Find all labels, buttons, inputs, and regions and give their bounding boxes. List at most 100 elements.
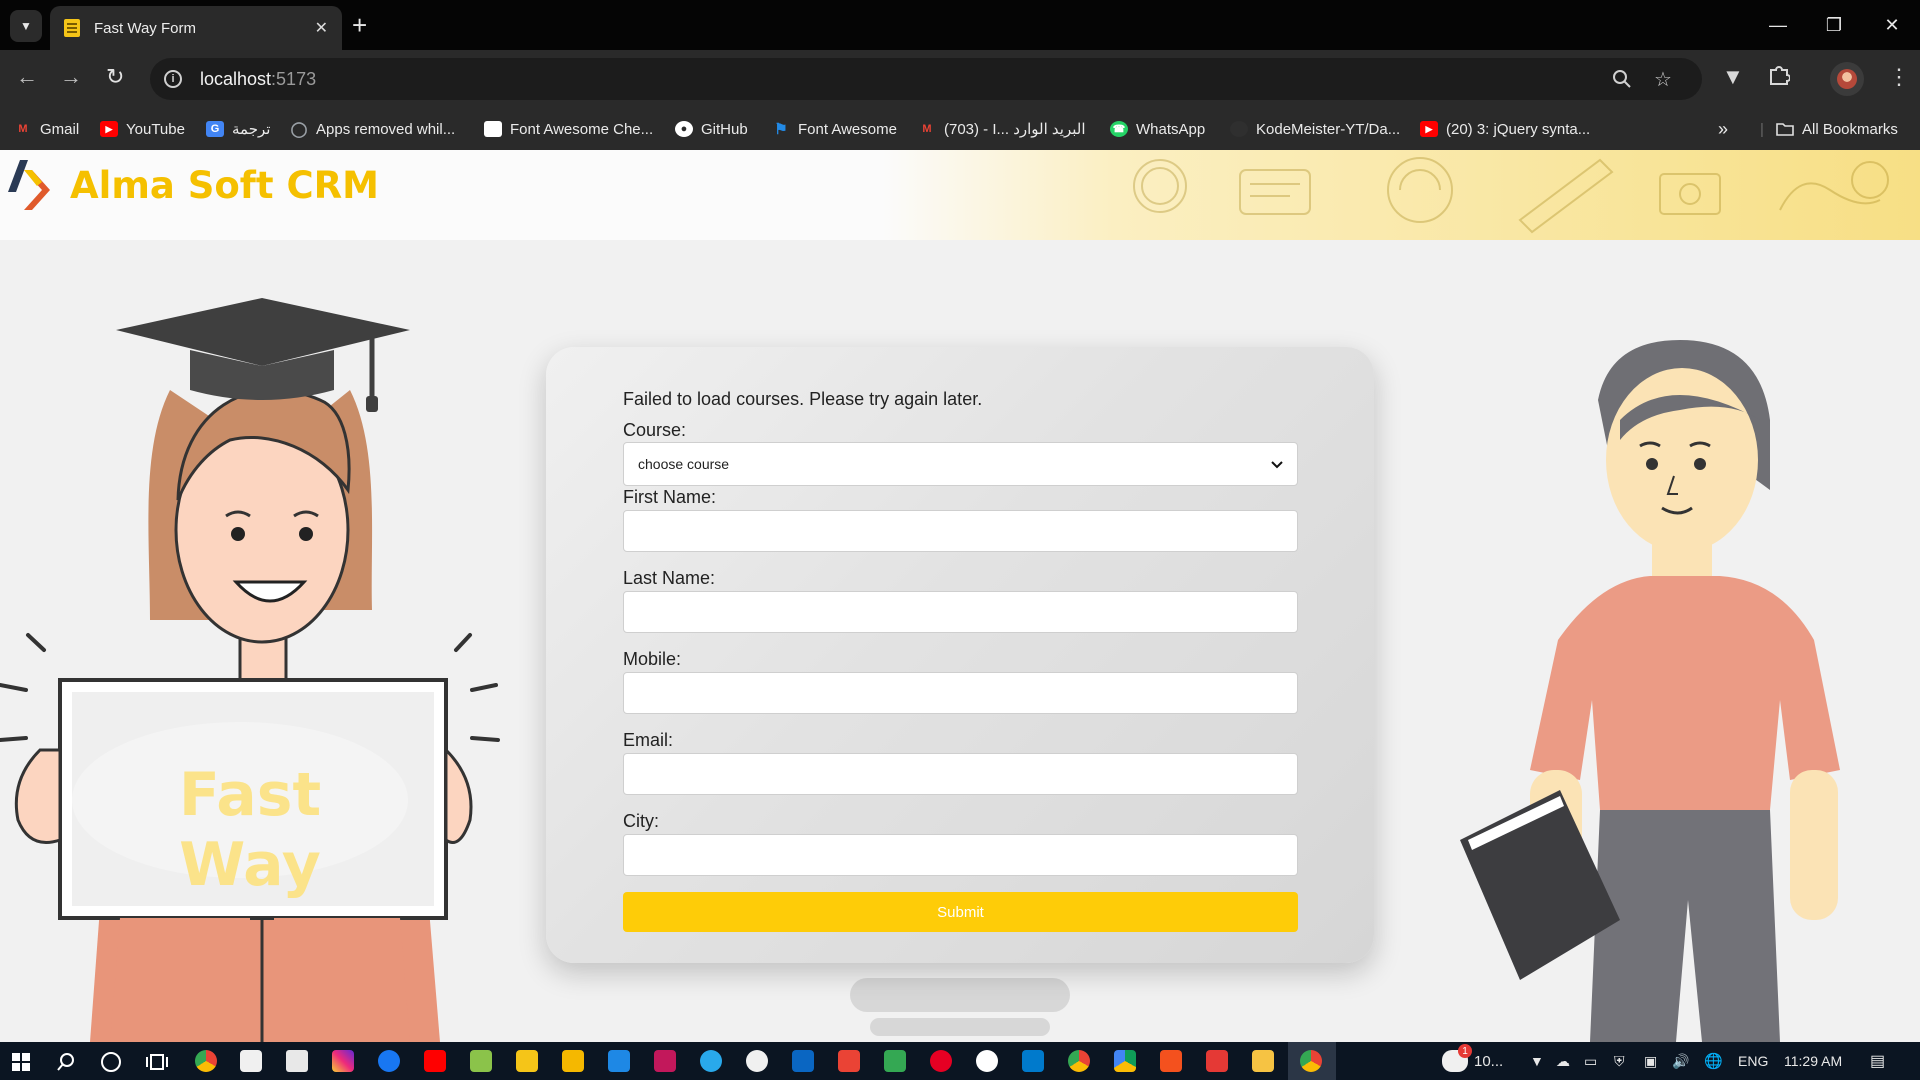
search-icon[interactable]	[56, 1052, 76, 1077]
mail-icon[interactable]	[286, 1050, 308, 1072]
browser-tab-strip: ▼ Fast Way Form ✕ + — ❐ ✕	[0, 0, 1920, 50]
chrome-active-icon[interactable]	[1300, 1050, 1322, 1072]
forward-arrow-icon[interactable]: →	[60, 66, 82, 88]
bookmark-star-icon[interactable]: ☆	[1654, 58, 1672, 100]
bookmark-item[interactable]: Font Awesome Che...	[484, 108, 653, 150]
more-bookmarks-icon[interactable]: »	[1718, 108, 1728, 150]
page-icon	[484, 121, 502, 137]
bookmark-item[interactable]: M Gmail	[14, 108, 79, 150]
mobile-input[interactable]	[623, 672, 1298, 714]
watermark-logo-icon	[850, 978, 1070, 1036]
bookmark-item[interactable]: ◯ Apps removed whil...	[290, 108, 456, 150]
chrome-icon[interactable]	[195, 1050, 217, 1072]
bookmark-item[interactable]: G ترجمة	[206, 108, 270, 150]
youtube-icon[interactable]	[424, 1050, 446, 1072]
kebab-menu-icon[interactable]: ⋮	[1888, 64, 1910, 90]
page-favicon-icon	[64, 19, 80, 37]
bookmark-item[interactable]: ⚑ Font Awesome	[772, 108, 897, 150]
browser-tab[interactable]: Fast Way Form ✕	[50, 6, 342, 50]
facebook-icon[interactable]	[378, 1050, 400, 1072]
volume-icon[interactable]: 🔊	[1672, 1042, 1689, 1080]
close-window-button[interactable]: ✕	[1864, 0, 1920, 50]
youtube-icon: ▶	[100, 121, 118, 137]
tray-vpn-icon[interactable]: ▼	[1530, 1042, 1544, 1080]
pinterest-icon[interactable]	[930, 1050, 952, 1072]
angular-icon[interactable]	[654, 1050, 676, 1072]
bookmarks-bar: M Gmail ▶ YouTube G ترجمة ◯ Apps removed…	[0, 108, 1920, 150]
bookmark-label: Font Awesome	[798, 120, 897, 138]
whatsapp-icon[interactable]	[746, 1050, 768, 1072]
windows-taskbar: 1 10... ▼ ☁ ▭ ⛨ ▣ 🔊 🌐 ENG 11:29 AM ▤	[0, 1042, 1920, 1080]
first-name-input[interactable]	[623, 510, 1298, 552]
address-bar[interactable]: i localhost :5173 ☆	[150, 58, 1702, 100]
language-globe-icon[interactable]: 🌐	[1704, 1042, 1723, 1080]
bookmark-item[interactable]: ● GitHub	[675, 108, 748, 150]
graduate-woman-illustration	[0, 298, 500, 1042]
battery-icon[interactable]: ▭	[1584, 1042, 1597, 1080]
store-icon[interactable]	[240, 1050, 262, 1072]
restore-button[interactable]: ❐	[1806, 0, 1862, 50]
app-icon[interactable]	[1160, 1050, 1182, 1072]
minimize-button[interactable]: —	[1750, 0, 1806, 50]
weather-text: 10...	[1474, 1052, 1504, 1070]
course-select[interactable]: choose course	[623, 442, 1298, 486]
reload-icon[interactable]: ↻	[106, 66, 124, 88]
meet-icon[interactable]	[884, 1050, 906, 1072]
profile-avatar[interactable]	[1830, 62, 1864, 96]
all-bookmarks-label: All Bookmarks	[1802, 120, 1898, 138]
books-icon[interactable]	[562, 1050, 584, 1072]
file-explorer-icon[interactable]	[1252, 1050, 1274, 1072]
instagram-icon[interactable]	[332, 1050, 354, 1072]
windows-start-icon[interactable]	[12, 1053, 30, 1076]
city-input[interactable]	[623, 834, 1298, 876]
brand-title: Alma Soft CRM	[70, 164, 379, 207]
bookmark-item[interactable]: ▶ YouTube	[100, 108, 185, 150]
last-name-input[interactable]	[623, 591, 1298, 633]
all-bookmarks-button[interactable]: All Bookmarks	[1776, 108, 1898, 150]
close-tab-icon[interactable]: ✕	[315, 18, 328, 38]
notes-app-icon[interactable]	[516, 1050, 538, 1072]
site-header: Alma Soft CRM	[0, 150, 1920, 240]
app-icon[interactable]	[1206, 1050, 1228, 1072]
bookmark-label: Gmail	[40, 120, 80, 138]
back-arrow-icon[interactable]: ←	[16, 66, 38, 88]
email-input[interactable]	[623, 753, 1298, 795]
meet-now-icon[interactable]: ▣	[1644, 1042, 1657, 1080]
extensions-puzzle-icon[interactable]	[1768, 64, 1791, 92]
google-drive-icon[interactable]	[1114, 1050, 1136, 1072]
vpn-extension-icon[interactable]: ▼	[1722, 64, 1744, 90]
action-center-icon[interactable]: ▤	[1870, 1042, 1885, 1080]
weather-widget[interactable]: 1 10...	[1442, 1042, 1503, 1080]
bookmark-item[interactable]: ☎ WhatsApp	[1110, 108, 1205, 150]
download-manager-icon[interactable]	[470, 1050, 492, 1072]
bookmark-label: GitHub	[701, 120, 748, 138]
task-view-icon[interactable]	[146, 1052, 168, 1077]
github-icon[interactable]	[976, 1050, 998, 1072]
chevron-down-icon	[1271, 456, 1283, 472]
language-indicator[interactable]: ENG	[1738, 1042, 1768, 1080]
city-label: City:	[623, 811, 659, 831]
telegram-icon[interactable]	[700, 1050, 722, 1072]
bookmark-label: YouTube	[126, 120, 185, 138]
bookmark-item[interactable]: KodeMeister-YT/Da...	[1230, 108, 1400, 150]
url-host: localhost	[200, 68, 272, 89]
onedrive-icon[interactable]: ☁	[1556, 1042, 1570, 1080]
chrome-profile-icon[interactable]	[1068, 1050, 1090, 1072]
cortana-icon[interactable]	[101, 1052, 121, 1072]
course-selected-value: choose course	[638, 456, 730, 472]
whatsapp-icon: ☎	[1110, 121, 1128, 137]
zoom-icon[interactable]	[1612, 58, 1632, 100]
bookmark-item[interactable]: ▶ (20) 3: jQuery synta...	[1420, 108, 1590, 150]
submit-button[interactable]: Submit	[623, 892, 1298, 932]
linkedin-icon[interactable]	[792, 1050, 814, 1072]
clock[interactable]: 11:29 AM	[1784, 1042, 1842, 1080]
gmail-icon: M	[922, 123, 932, 135]
gmail-icon[interactable]	[838, 1050, 860, 1072]
site-info-icon[interactable]: i	[164, 70, 182, 88]
vscode-icon[interactable]	[1022, 1050, 1044, 1072]
tab-search-button[interactable]: ▼	[10, 10, 42, 42]
security-shield-icon[interactable]: ⛨	[1614, 1042, 1625, 1080]
new-tab-button[interactable]: +	[352, 12, 367, 38]
bookmark-item[interactable]: M (703) - I... البريد الوارد	[918, 108, 1085, 150]
app-icon[interactable]	[608, 1050, 630, 1072]
